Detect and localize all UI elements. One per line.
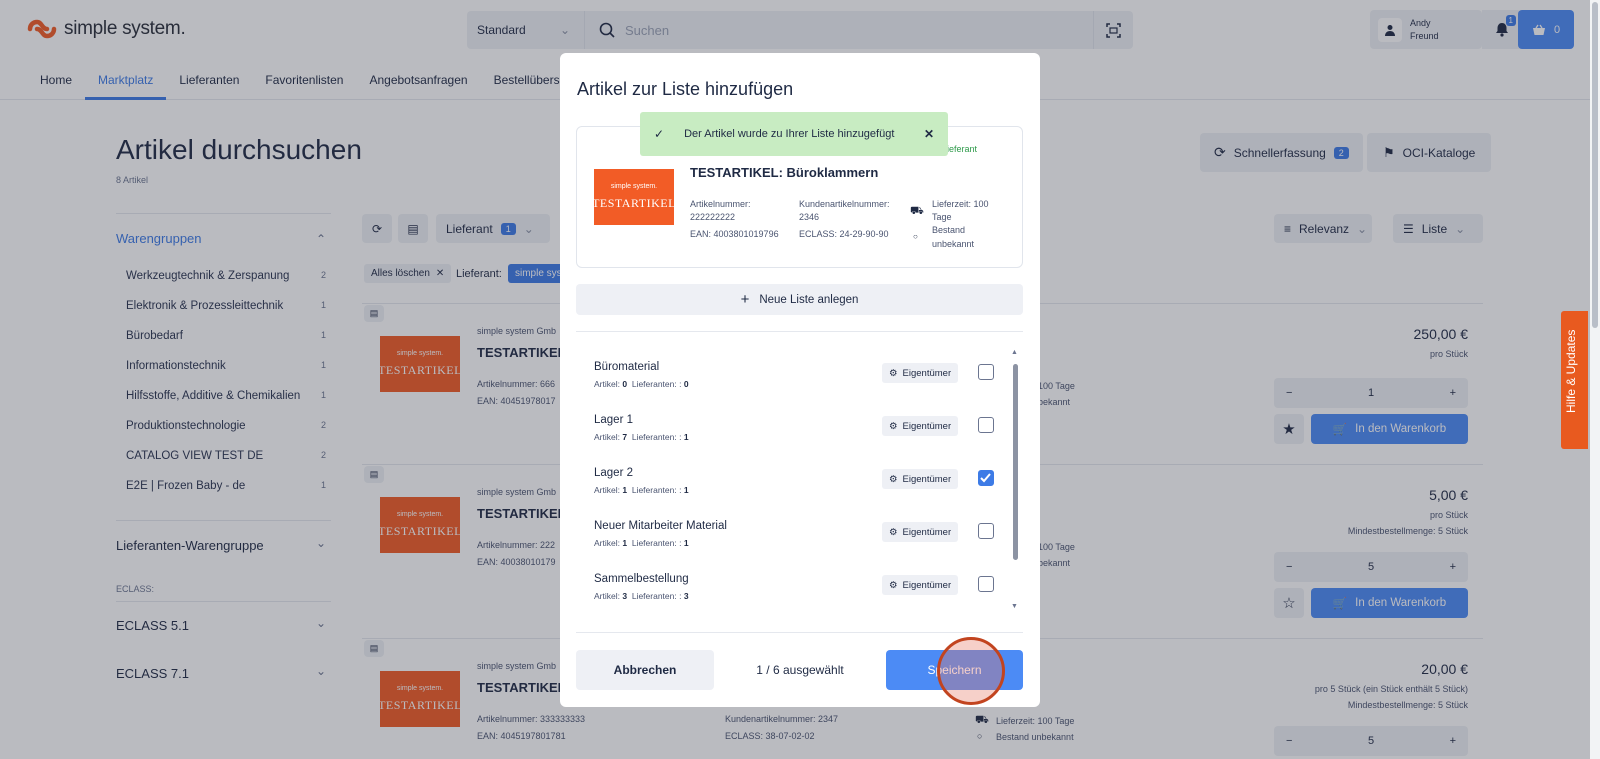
user-settings-icon: ⚙ bbox=[889, 579, 898, 591]
modal-product-image: simple system. TESTARTIKEL bbox=[592, 169, 676, 225]
click-indicator bbox=[937, 637, 1005, 705]
owner-label: Eigentümer bbox=[902, 367, 952, 379]
list-item[interactable]: Lager 2 Artikel: 1 Lieferanten: : 1 ⚙ Eig… bbox=[594, 467, 994, 507]
scroll-up-icon[interactable]: ▲ bbox=[1011, 349, 1018, 356]
modal-cust-value: 2346 bbox=[799, 212, 820, 222]
list-checkbox[interactable] bbox=[978, 364, 994, 380]
list-checkbox-checked[interactable] bbox=[978, 470, 994, 486]
owner-badge: ⚙ Eigentümer bbox=[882, 363, 959, 383]
user-settings-icon: ⚙ bbox=[889, 526, 898, 538]
image-label: TESTARTIKEL bbox=[592, 196, 676, 210]
check-icon bbox=[980, 473, 991, 483]
cancel-button[interactable]: Abbrechen bbox=[576, 650, 714, 690]
list-scrollbar[interactable] bbox=[1013, 364, 1018, 560]
success-toast: ✓ Der Artikel wurde zu Ihrer Liste hinzu… bbox=[640, 112, 948, 156]
modal-stock-1: Bestand bbox=[932, 225, 966, 235]
list-item[interactable]: Sammelbestellung Artikel: 3 Lieferanten:… bbox=[594, 573, 994, 613]
modal-ean: EAN: 4003801019796 bbox=[690, 229, 779, 239]
user-settings-icon: ⚙ bbox=[889, 367, 898, 379]
toast-message: Der Artikel wurde zu Ihrer Liste hinzuge… bbox=[684, 128, 895, 140]
modal-cust-label: Kundenartikelnummer: bbox=[799, 199, 890, 209]
list-checkbox[interactable] bbox=[978, 523, 994, 539]
list-divider bbox=[576, 331, 1023, 332]
selection-count: 1 / 6 ausgewählt bbox=[756, 663, 844, 677]
user-settings-icon: ⚙ bbox=[889, 420, 898, 432]
modal-art-value: 222222222 bbox=[690, 212, 736, 222]
owner-badge: ⚙ Eigentümer bbox=[882, 522, 959, 542]
user-settings-icon: ⚙ bbox=[889, 473, 898, 485]
modal-title: Artikel zur Liste hinzufügen bbox=[577, 79, 794, 99]
modal-delivery-2: Tage bbox=[932, 212, 952, 222]
truck-icon: ⛟ bbox=[910, 205, 924, 217]
list-item[interactable]: Neuer Mitarbeiter Material Artikel: 1 Li… bbox=[594, 520, 994, 560]
modal-stock-2: unbekannt bbox=[932, 239, 975, 249]
page-scrollbar-thumb[interactable] bbox=[1592, 2, 1598, 328]
modal-product-name: TESTARTIKEL: Büroklammern bbox=[690, 165, 879, 180]
list-item[interactable]: Lager 1 Artikel: 7 Lieferanten: : 1 ⚙ Eig… bbox=[594, 414, 994, 454]
modal-art-label: Artikelnummer: bbox=[690, 199, 751, 209]
scroll-down-icon[interactable]: ▼ bbox=[1011, 603, 1018, 610]
list-checkbox[interactable] bbox=[978, 576, 994, 592]
image-brand: simple system. bbox=[610, 183, 658, 190]
modal-eclass: ECLASS: 24-29-90-90 bbox=[799, 229, 889, 239]
plus-icon: + bbox=[740, 291, 750, 308]
owner-label: Eigentümer bbox=[902, 526, 952, 538]
list-item[interactable]: Büromaterial Artikel: 0 Lieferanten: : 0… bbox=[594, 361, 994, 401]
modal-delivery-1: Lieferzeit: 100 bbox=[932, 199, 989, 209]
owner-label: Eigentümer bbox=[902, 473, 952, 485]
owner-badge: ⚙ Eigentümer bbox=[882, 469, 959, 489]
list-checkbox[interactable] bbox=[978, 417, 994, 433]
owner-label: Eigentümer bbox=[902, 420, 952, 432]
new-list-button[interactable]: + Neue Liste anlegen bbox=[576, 284, 1023, 315]
footer-divider bbox=[576, 632, 1023, 633]
help-label: Hilfe & Updates bbox=[1564, 329, 1578, 413]
owner-label: Eigentümer bbox=[902, 579, 952, 591]
check-icon: ✓ bbox=[654, 127, 665, 141]
new-list-label: Neue Liste anlegen bbox=[759, 293, 859, 306]
status-dot-icon: ○ bbox=[913, 232, 918, 241]
close-icon[interactable]: ✕ bbox=[924, 127, 934, 141]
owner-badge: ⚙ Eigentümer bbox=[882, 575, 959, 595]
modal-supplier-tag: ieferant bbox=[947, 144, 978, 154]
help-updates-tab[interactable]: Hilfe & Updates bbox=[1561, 311, 1588, 449]
owner-badge: ⚙ Eigentümer bbox=[882, 416, 959, 436]
